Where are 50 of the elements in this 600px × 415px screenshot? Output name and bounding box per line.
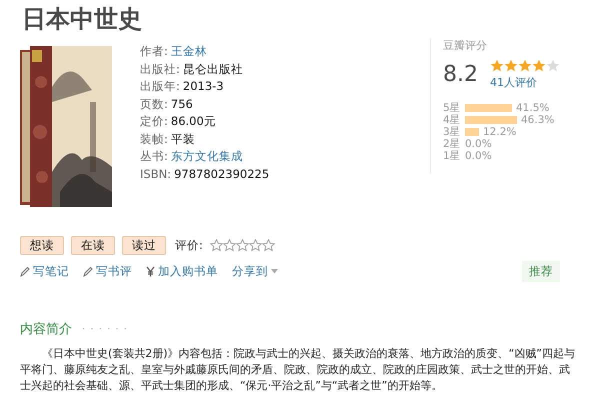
field-label: 装帧: [140,132,168,146]
star-level-label: 4星 [443,113,462,126]
status-button[interactable]: 想读 [20,236,64,255]
intro-paragraph: 《日本中世史(套装共2册)》内容包括：院政与武士的兴起、摄关政治的衰落、地方政治的质变、“凶贼”四起与平将门、藤原纯友之乱、皇室与外戚藤原氏间的矛盾、院政、院政的成立、院政的庄园政策、武士之世的开始、武士兴起的社会基础、源、平武士集团的形成、“保元·平治之乱”与“武者之世”的开始等。 [20,346,576,394]
rating-percent: 0.0% [465,150,492,162]
rating-score: 8.2 [443,62,478,87]
book-title: 日本中世史 [22,4,143,34]
star-level-label: 1星 [443,149,462,163]
field-label: 定价: [140,114,168,128]
action-link[interactable]: 写书评 [83,264,132,279]
status-button[interactable]: 读过 [122,236,166,255]
rating-bar [465,116,517,124]
yen-icon [146,266,155,277]
pencil-icon [20,266,30,277]
rating-count-link[interactable]: 41人评价 [490,75,560,90]
field-value: 86.00元 [170,114,216,128]
caret-icon [271,269,278,274]
field-label: ISBN: [140,166,172,180]
recommend-button[interactable]: 推荐 [522,261,560,282]
field-label: 作者: [140,44,168,58]
rating-percent: 41.5% [516,102,550,114]
star-level-label: 3星 [443,125,462,138]
field-value: 昆仑出版社 [182,62,243,76]
rating-percent: 46.3% [521,114,554,126]
field-label: 丛书: [140,149,168,163]
status-button[interactable]: 在读 [71,236,115,255]
action-link[interactable]: 写笔记 [20,264,69,279]
rating-percent: 0.0% [465,138,492,150]
pencil-icon [83,266,93,277]
section-heading: 内容简介 [20,321,72,338]
rating-percent: 12.2% [483,126,516,138]
star-level-label: 2星 [443,137,462,150]
rating-bar [465,128,479,136]
field-label: 出版社: [140,62,180,76]
rating-heading: 豆瓣评分 [443,38,488,53]
field-label: 出版年: [140,79,180,93]
field-value: 平装 [170,132,195,146]
field-link[interactable]: 王金林 [170,44,207,58]
action-link[interactable]: 加入购书单 [146,264,218,279]
field-label: 页数: [140,96,168,110]
my-rating-label: 评价: [175,238,203,253]
star-level-label: 5星 [443,101,462,114]
field-link[interactable]: 东方文化集成 [170,149,243,163]
action-link[interactable]: 分享到 [232,264,278,279]
rating-bar [465,104,512,112]
field-value: 2013-3 [182,79,224,93]
field-value: 756 [170,96,193,110]
my-rating-stars[interactable] [210,239,275,252]
field-value: 9787802390225 [174,166,270,180]
dots-separator: · · · · · · [82,324,128,334]
